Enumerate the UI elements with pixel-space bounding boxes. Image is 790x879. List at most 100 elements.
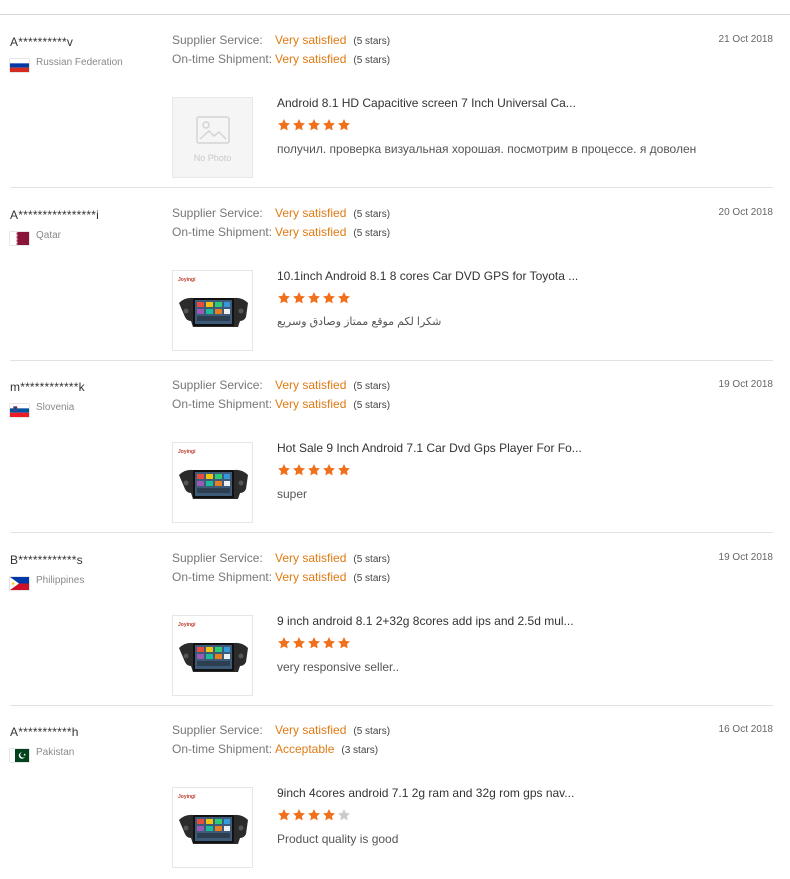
review-date: 16 Oct 2018: [718, 724, 773, 735]
slovenia-flag-icon: [10, 404, 29, 417]
supplier-service-stars: (5 stars): [353, 36, 391, 47]
star-filled-icon: [292, 291, 307, 309]
buyer-country: Slovenia: [36, 402, 75, 413]
review-text: super: [277, 487, 308, 501]
ontime-shipment-label: On-time Shipment:: [172, 742, 273, 756]
review-text: получил. проверка визуальная хорошая. по…: [277, 142, 697, 156]
ontime-shipment-label: On-time Shipment:: [172, 569, 273, 584]
ontime-shipment-row: On-time Shipment: Very satisfied (5 stars): [172, 570, 390, 584]
buyer-country: Philippines: [36, 574, 85, 586]
buyer-country: Russian Federation: [36, 57, 123, 68]
supplier-service-stars: (5 stars): [353, 553, 391, 565]
buyer-name: A***********h: [10, 725, 79, 739]
star-filled-icon: [277, 119, 292, 136]
star-empty-icon: [337, 809, 352, 826]
review-item: B************s Philippines Supplier Servic…: [0, 535, 790, 707]
star-filled-icon: [337, 636, 352, 654]
svg-text:Joyingi: Joyingi: [178, 794, 196, 800]
product-thumbnail[interactable]: Joyingi: [172, 787, 253, 868]
ontime-shipment-value: Very satisfied: [275, 569, 347, 584]
product-title-link[interactable]: 10.1inch Android 8.1 8 cores Car DVD GPS…: [277, 269, 578, 283]
review-item: m************k Slovenia Supplier Service: V…: [0, 362, 790, 534]
product-thumbnail[interactable]: Joyingi: [172, 442, 253, 523]
star-filled-icon: [307, 291, 322, 309]
star-filled-icon: [292, 119, 307, 136]
review-text: شكرا لكم موقع ممتاز وصادق وسريع: [277, 315, 442, 328]
review-date: 21 Oct 2018: [718, 34, 773, 45]
supplier-service-row: Supplier Service: Very satisfied (5 stars): [172, 378, 390, 392]
ontime-shipment-stars: (5 stars): [353, 400, 391, 411]
ontime-shipment-stars: (3 stars): [341, 745, 379, 756]
qatar-flag-icon: [10, 231, 29, 245]
star-filled-icon: [322, 636, 337, 654]
product-title-link[interactable]: Hot Sale 9 Inch Android 7.1 Car Dvd Gps …: [277, 441, 582, 455]
car-stereo-image: Joyingi: [173, 449, 252, 522]
review-item: A***********h Pakistan Supplier Service: Ve…: [0, 707, 790, 879]
ontime-shipment-label: On-time Shipment:: [172, 224, 273, 239]
supplier-service-stars: (5 stars): [353, 726, 391, 737]
supplier-service-label: Supplier Service:: [172, 550, 263, 565]
ontime-shipment-row: On-time Shipment: Very satisfied (5 stars): [172, 225, 390, 239]
star-filled-icon: [292, 636, 307, 654]
star-rating: [277, 636, 352, 651]
review-date: 19 Oct 2018: [718, 551, 773, 563]
star-filled-icon: [307, 119, 322, 136]
product-title-link[interactable]: 9 inch android 8.1 2+32g 8cores add ips …: [277, 614, 574, 628]
star-filled-icon: [322, 119, 337, 136]
star-filled-icon: [292, 464, 307, 481]
ontime-shipment-value: Very satisfied: [275, 224, 347, 239]
supplier-service-value: Very satisfied: [275, 378, 347, 392]
product-thumbnail[interactable]: Joyingi: [172, 269, 253, 351]
star-filled-icon: [337, 291, 352, 309]
ontime-shipment-value: Very satisfied: [275, 397, 347, 411]
star-filled-icon: [307, 636, 322, 654]
supplier-service-stars: (5 stars): [353, 208, 391, 220]
review-divider: [10, 532, 773, 533]
svg-text:Joyingi: Joyingi: [178, 449, 196, 455]
supplier-service-row: Supplier Service: Very satisfied (5 stars): [172, 33, 390, 47]
supplier-service-row: Supplier Service: Very satisfied (5 stars): [172, 723, 390, 737]
supplier-service-value: Very satisfied: [275, 33, 347, 47]
star-filled-icon: [277, 636, 292, 654]
supplier-service-value: Very satisfied: [275, 205, 347, 220]
ontime-shipment-value: Acceptable: [275, 742, 335, 756]
star-rating: [277, 463, 352, 478]
product-thumbnail[interactable]: Joyingi: [172, 614, 253, 696]
ontime-shipment-stars: (5 stars): [353, 227, 391, 239]
star-filled-icon: [277, 291, 292, 309]
star-filled-icon: [322, 291, 337, 309]
ontime-shipment-row: On-time Shipment: Very satisfied (5 stars): [172, 52, 390, 66]
review-item: A**********v Russian Federation Supplier S…: [0, 17, 790, 189]
review-divider: [10, 359, 773, 361]
review-divider: [10, 187, 773, 188]
svg-text:Joyingi: Joyingi: [178, 622, 196, 628]
buyer-name: B************s: [10, 552, 83, 567]
star-filled-icon: [307, 464, 322, 481]
philippines-flag-icon: [10, 576, 29, 590]
ontime-shipment-label: On-time Shipment:: [172, 397, 273, 411]
review-divider: [10, 704, 773, 706]
top-divider: [0, 14, 790, 15]
ontime-shipment-value: Very satisfied: [275, 52, 347, 66]
ontime-shipment-row: On-time Shipment: Very satisfied (5 stars): [172, 397, 390, 411]
supplier-service-label: Supplier Service:: [172, 205, 263, 220]
product-title-link[interactable]: 9inch 4cores android 7.1 2g ram and 32g …: [277, 786, 574, 800]
review-text: very responsive seller..: [277, 659, 400, 674]
car-stereo-image: Joyingi: [173, 622, 252, 695]
review-date: 19 Oct 2018: [718, 379, 773, 390]
car-stereo-image: Joyingi: [173, 794, 252, 867]
ontime-shipment-row: On-time Shipment: Acceptable (3 stars): [172, 742, 378, 756]
product-title-link[interactable]: Android 8.1 HD Capacitive screen 7 Inch …: [277, 96, 576, 110]
star-filled-icon: [277, 464, 292, 481]
ontime-shipment-stars: (5 stars): [353, 572, 391, 584]
review-text: Product quality is good: [277, 832, 399, 846]
ontime-shipment-label: On-time Shipment:: [172, 52, 273, 66]
supplier-service-value: Very satisfied: [275, 723, 347, 737]
star-filled-icon: [337, 464, 352, 481]
buyer-country: Qatar: [36, 229, 62, 241]
product-thumbnail-no-photo[interactable]: No Photo: [172, 97, 253, 178]
supplier-service-row: Supplier Service: Very satisfied (5 stars): [172, 551, 390, 565]
supplier-service-value: Very satisfied: [275, 550, 347, 565]
star-filled-icon: [292, 809, 307, 826]
review-date: 20 Oct 2018: [718, 206, 773, 218]
